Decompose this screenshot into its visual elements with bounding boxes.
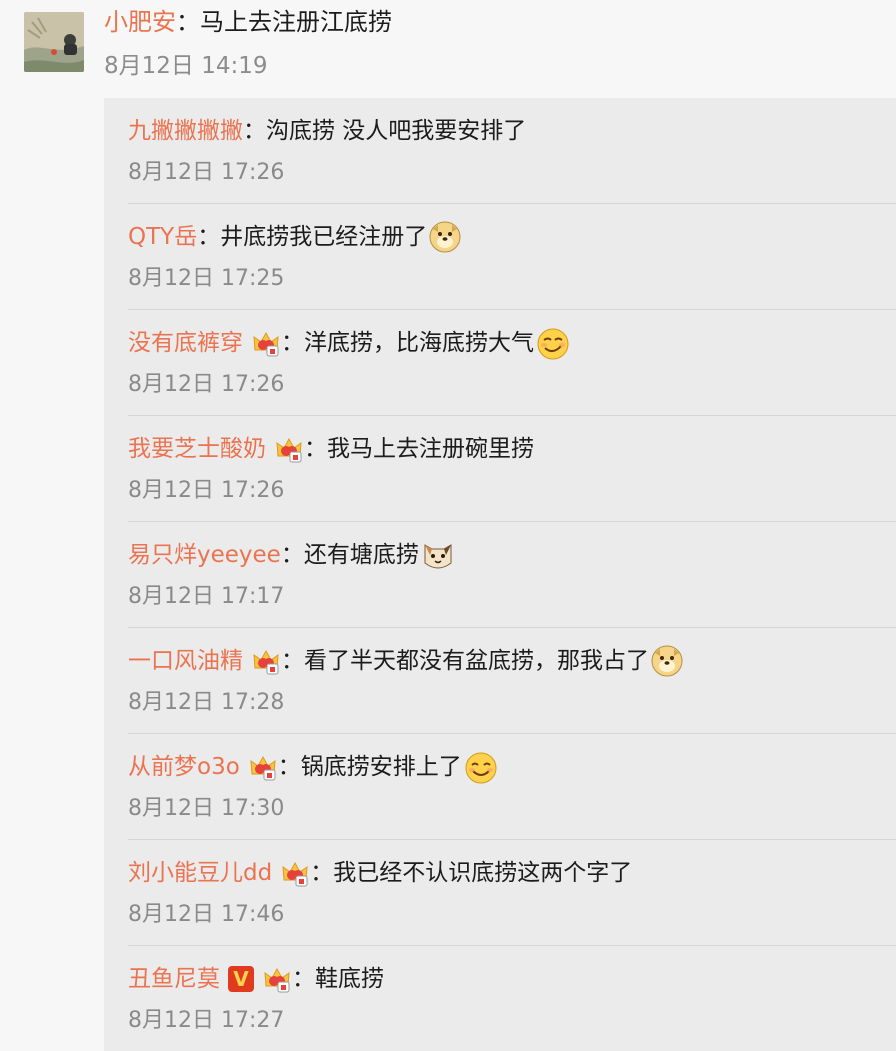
reply-text: 看了半天都没有盆底捞，那我占了	[304, 648, 649, 674]
main-comment-separator: ：	[176, 8, 200, 36]
doge-emoji-icon	[429, 221, 461, 253]
reply-text: 沟底捞 没人吧我要安排了	[266, 118, 527, 144]
crown-badge-icon	[274, 434, 304, 464]
reply-line: 一口风油精 ：看了半天都没有盆底捞，那我占了	[128, 644, 683, 678]
reply-text: 井底捞我已经注册了	[220, 224, 428, 250]
replies-panel: 九撇撇撇撇：沟底捞 没人吧我要安排了 8月12日 17:26 QTY岳：井底捞我…	[104, 98, 896, 1051]
reply-item: 从前梦o3o ：锅底捞安排上了 8月12日 17:30	[104, 734, 896, 840]
crown-badge-icon	[262, 964, 292, 994]
reply-timestamp: 8月12日 17:46	[128, 902, 285, 927]
reply-text: 我马上去注册碗里捞	[327, 436, 534, 462]
reply-username[interactable]: 丑鱼尼莫	[128, 962, 220, 996]
reply-separator: ：	[292, 966, 315, 992]
reply-separator: ：	[281, 330, 304, 356]
reply-line: 我要芝士酸奶 ：我马上去注册碗里捞	[128, 432, 534, 466]
reply-username[interactable]: 从前梦o3o	[128, 750, 240, 784]
reply-separator: ：	[277, 754, 301, 780]
avatar[interactable]	[24, 12, 84, 72]
reply-line: 没有底裤穿 ：洋底捞，比海底捞大气	[128, 326, 569, 360]
crown-badge-icon	[251, 328, 281, 358]
reply-item: 丑鱼尼莫 V ：鞋底捞 8月12日 17:27	[104, 946, 896, 1051]
main-comment-timestamp: 8月12日 14:19	[104, 53, 268, 79]
reply-separator: ：	[243, 118, 266, 144]
reply-text: 还有塘底捞	[303, 542, 419, 568]
main-comment-username[interactable]: 小肥安	[104, 8, 176, 36]
reply-separator: ：	[310, 860, 334, 886]
reply-line: 九撇撇撇撇：沟底捞 没人吧我要安排了	[128, 114, 526, 148]
main-comment-line: 小肥安：马上去注册江底捞	[104, 6, 392, 38]
reply-username[interactable]: 没有底裤穿	[128, 326, 243, 360]
reply-username[interactable]: 一口风油精	[128, 644, 243, 678]
comment-thread: 小肥安：马上去注册江底捞 8月12日 14:19 九撇撇撇撇：沟底捞 没人吧我要…	[0, 0, 896, 1051]
reply-username[interactable]: 刘小能豆儿dd	[128, 856, 272, 890]
reply-timestamp: 8月12日 17:26	[128, 372, 285, 397]
reply-timestamp: 8月12日 17:26	[128, 160, 285, 185]
reply-item: 易只烊yeeyee：还有塘底捞 8月12日 17:17	[104, 522, 896, 628]
crown-badge-icon	[251, 646, 281, 676]
main-comment: 小肥安：马上去注册江底捞 8月12日 14:19	[0, 0, 896, 98]
smirk-emoji-icon	[536, 327, 569, 360]
reply-item: 九撇撇撇撇：沟底捞 没人吧我要安排了 8月12日 17:26	[104, 98, 896, 204]
reply-timestamp: 8月12日 17:17	[128, 584, 285, 609]
reply-timestamp: 8月12日 17:28	[128, 690, 285, 715]
reply-line: 刘小能豆儿dd ：我已经不认识底捞这两个字了	[128, 856, 632, 890]
reply-separator: ：	[304, 436, 327, 462]
reply-username[interactable]: QTY岳	[128, 220, 197, 254]
reply-line: 丑鱼尼莫 V ：鞋底捞	[128, 962, 384, 996]
reply-line: 从前梦o3o ：锅底捞安排上了	[128, 750, 497, 784]
reply-text: 锅底捞安排上了	[300, 754, 462, 780]
cat-emoji-icon	[421, 539, 453, 571]
vip-v-badge-icon: V	[228, 966, 254, 992]
reply-item: 刘小能豆儿dd ：我已经不认识底捞这两个字了 8月12日 17:46	[104, 840, 896, 946]
reply-text: 我已经不认识底捞这两个字了	[333, 860, 633, 886]
reply-line: QTY岳：井底捞我已经注册了	[128, 220, 461, 254]
reply-separator: ：	[280, 542, 304, 568]
main-comment-text: 马上去注册江底捞	[200, 8, 392, 36]
reply-item: 没有底裤穿 ：洋底捞，比海底捞大气 8月12日 17:26	[104, 310, 896, 416]
reply-timestamp: 8月12日 17:27	[128, 1008, 285, 1033]
reply-timestamp: 8月12日 17:26	[128, 478, 285, 503]
reply-item: 我要芝士酸奶 ：我马上去注册碗里捞 8月12日 17:26	[104, 416, 896, 522]
reply-timestamp: 8月12日 17:30	[128, 796, 285, 821]
reply-username[interactable]: 我要芝士酸奶	[128, 432, 266, 466]
reply-item: QTY岳：井底捞我已经注册了 8月12日 17:25	[104, 204, 896, 310]
reply-username[interactable]: 易只烊yeeyee	[128, 538, 281, 572]
reply-timestamp: 8月12日 17:25	[128, 266, 285, 291]
reply-username[interactable]: 九撇撇撇撇	[128, 114, 243, 148]
reply-text: 洋底捞，比海底捞大气	[304, 330, 534, 356]
smile-emoji-icon	[464, 751, 497, 784]
doge-emoji-icon	[651, 645, 683, 677]
reply-separator: ：	[281, 648, 304, 674]
crown-badge-icon	[280, 858, 310, 888]
reply-text: 鞋底捞	[315, 966, 384, 992]
reply-line: 易只烊yeeyee：还有塘底捞	[128, 538, 453, 572]
crown-badge-icon	[248, 752, 278, 782]
reply-item: 一口风油精 ：看了半天都没有盆底捞，那我占了 8月12日 17:28	[104, 628, 896, 734]
reply-separator: ：	[197, 224, 221, 250]
